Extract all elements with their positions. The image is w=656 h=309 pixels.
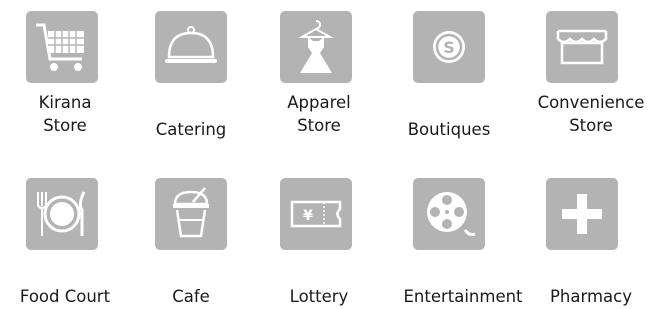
category-label-line: Store (297, 116, 341, 135)
sparkle-badge-icon: S (413, 11, 485, 83)
category-label-line: Pharmacy (549, 287, 633, 306)
category-label-line: Kirana (38, 93, 92, 112)
category-kirana-store[interactable]: Kirana Store (0, 11, 130, 171)
category-lottery[interactable]: ¥ Lottery (254, 178, 384, 309)
category-pharmacy[interactable]: Pharmacy (526, 178, 656, 309)
category-label-line: Lottery (289, 287, 349, 306)
category-catering[interactable]: Catering (126, 11, 256, 171)
medical-cross-icon (546, 178, 618, 250)
category-food-court[interactable]: Food Court (0, 178, 130, 309)
category-cafe[interactable]: Cafe (126, 178, 256, 309)
film-reel-icon (413, 178, 485, 250)
svg-text:¥: ¥ (303, 208, 313, 224)
dress-hanger-icon (280, 11, 352, 83)
storefront-icon (546, 11, 618, 83)
category-convenience-store[interactable]: Convenience Store (526, 11, 656, 171)
category-label-line: Apparel (287, 93, 351, 112)
category-label-line: Boutiques (407, 120, 491, 139)
category-boutiques[interactable]: S Boutiques (384, 11, 514, 171)
lottery-ticket-icon: ¥ (280, 178, 352, 250)
category-label-line: Store (569, 116, 613, 135)
category-entertainment[interactable]: Entertainment (398, 178, 528, 309)
category-label-line: Entertainment (403, 287, 523, 306)
category-label-line: Food Court (19, 287, 111, 306)
drink-cup-icon (155, 178, 227, 250)
category-label-line: Store (43, 116, 87, 135)
category-apparel-store[interactable]: Apparel Store (254, 11, 384, 171)
category-label-line: Cafe (172, 287, 210, 306)
category-label-line: Convenience (537, 93, 645, 112)
category-label-line: Catering (155, 120, 227, 139)
food-cloche-icon (155, 11, 227, 83)
plate-cutlery-icon (26, 178, 98, 250)
svg-text:S: S (443, 38, 455, 57)
shopping-cart-icon (26, 11, 98, 83)
